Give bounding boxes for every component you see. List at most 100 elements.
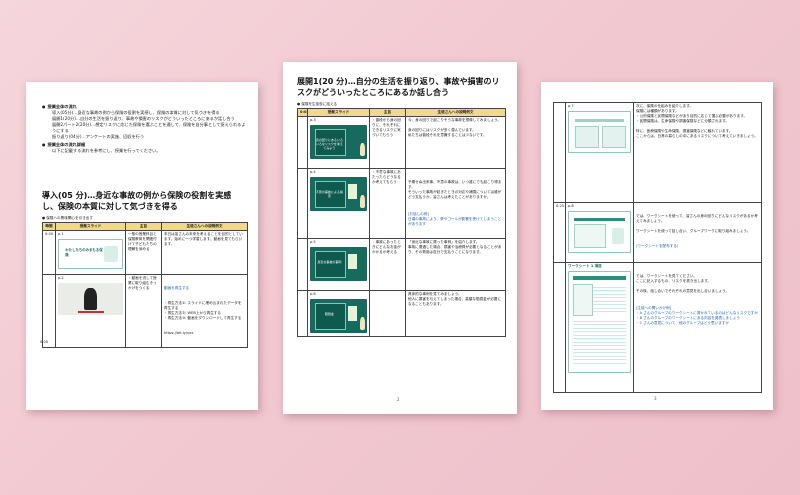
url-text[interactable]: https://bit.ly/xxx — [164, 331, 245, 336]
table-row: p.6 賠償金 具体的な事例を見てみましょう。 他人に損害を与えてしまった場合、… — [297, 290, 506, 337]
column-header: 授業スライド — [55, 222, 126, 231]
time-cell — [42, 274, 56, 348]
header-bar — [572, 276, 627, 280]
column-header: 主旨 — [125, 222, 162, 231]
table-caption: ● 保険への興味関心を引き出す — [42, 216, 93, 220]
question-examples: [生徒への問いかけ例] ・A さんのグループのワークシートに書かれているのはどん… — [636, 306, 758, 325]
table-row: p.3 身の回りにあるいろいろなリスクを考えてみよう ・普段から身の回りに、それ… — [297, 116, 506, 169]
document-page-2: 展開1(20 分)…自分の生活を振り返り、事故や損害のリスクがどういったところに… — [283, 62, 517, 414]
column-header: 生徒さんへの説明例文 — [161, 222, 248, 231]
column-header: 生徒さんへの説明例文 — [405, 108, 506, 117]
illustration-icon — [347, 306, 357, 322]
distribute-note: (ワークシートを配布する) — [636, 244, 679, 248]
person-figure-icon — [84, 287, 97, 311]
slide-title: 身の回りにあるいろいろなリスクを考えてみよう — [315, 137, 343, 150]
section-heading: 導入(05 分)…身近な事故の例から保険の役割を実感し、保険の本質に対して気づき… — [42, 191, 232, 211]
slide-number: p.6 — [310, 292, 316, 296]
table-row: ワークシート 1 項目 では、ワークシートを見てください。 ここに記入するもの、… — [553, 262, 762, 393]
content-box — [575, 125, 600, 149]
table-row: p.4 不意の事故による損害 ・不意な事故にあたったらどうなるか考えてもらう 予… — [297, 168, 506, 239]
illustration-icon — [347, 184, 357, 200]
table-row: 0:25 p.8 では、ワークシートを使って、皆さんの身の回りにどんなリスクがあ… — [553, 202, 762, 263]
time-cell — [553, 102, 566, 203]
document-page-3: p.7 次に、保険の仕組みを紹介します。 保険には種類があります。 ・公的保険と… — [541, 82, 773, 410]
outline-item: 以下に記載する流れを参考にし、授業を行ってください。 — [52, 148, 161, 153]
slide-thumbnail: 身の回りにあるいろいろなリスクを考えてみよう — [310, 125, 367, 159]
slide-number: p.8 — [568, 204, 574, 208]
slide-thumbnail — [568, 111, 631, 153]
slide-thumbnail: 不意の事故による損害 — [310, 177, 367, 211]
worksheet-thumbnail — [568, 271, 631, 373]
table-caption: ● 保険を生徒役に話える — [297, 102, 338, 106]
table-row: p.2 ・動画を流して授業に取り組むきっかけをつくる 動画を再生する ・再生方法… — [42, 274, 248, 348]
script-cell: ・再生方法①: スライドに埋め込まれたデータを再生する ・再生方法②: WEB上… — [164, 301, 242, 320]
script-cell: 「身近な事故に遭った事例」を紹介します。 事故に遭遇した場合、損害や治療費が必要… — [405, 238, 506, 291]
play-video-link[interactable]: 動画を再生する — [164, 286, 245, 291]
outline-item: 振り返り(04分)…アンケートの実施、回収を行う — [52, 134, 145, 139]
purpose-cell: ・普段から身の回りに、それぞれにできるリスクに気づいてもらう — [369, 116, 406, 169]
person-figure-icon — [359, 194, 365, 209]
table-row: 0:00 p.1 わたしたちのみまもる保険 一般の授業科目と保険教育を関連付けて… — [42, 230, 248, 275]
script-cell: では、ワークシートを使って、皆さんの身の回りにどんなリスクがあるか考えてみましょ… — [636, 214, 758, 233]
header-bar — [573, 217, 626, 221]
worksheet-lines — [572, 318, 627, 366]
example-note: [お話しの例] 日頃の事故により、夢やゴールが影響を受けてしまうことがあります — [408, 212, 502, 226]
slide-thumbnail: 賠償金 — [310, 299, 367, 333]
illustration-icon — [104, 245, 119, 263]
purpose-cell: 一般の授業科目と保険教育を関連付けて子どもたちの理解を深める — [125, 230, 162, 275]
person-figure-icon — [359, 142, 365, 157]
purpose-cell: ・動画を流して授業に取り組むきっかけをつくる — [125, 274, 162, 348]
content-box — [601, 125, 626, 149]
purpose-cell: ・事故にあったときにどんなお金がかかるか考える — [369, 238, 406, 291]
slide-title: 賠償金 — [324, 311, 334, 316]
column-header: 主旨 — [369, 108, 406, 117]
worksheet-box — [572, 284, 593, 316]
time-column-header: 0:05 — [297, 108, 308, 117]
document-page-1: 授業全体の流れ 導入(05分)…身近な事故の例から保険の役割を実感し、保険の本質… — [26, 82, 258, 410]
person-figure-icon — [359, 316, 365, 331]
slide-number: p.4 — [310, 170, 316, 174]
worksheet-preview — [573, 224, 607, 249]
lesson-table: 時間 授業スライド 主旨 生徒さんへの説明例文 0:00 p.1 わたしたちのみ… — [42, 222, 248, 348]
slide-title: 身近な事故の事例 — [317, 259, 342, 264]
column-header: 時間 — [42, 222, 56, 231]
header-bar — [575, 119, 624, 123]
outline-section-1: 授業全体の流れ 導入(05分)…身近な事故の例から保険の役割を実感し、保険の本質… — [42, 104, 247, 154]
slide-number: p.3 — [310, 118, 316, 122]
column-header: 授業スライド — [307, 108, 370, 117]
illustration-icon — [347, 254, 357, 270]
slide-title: 不意の事故による損害 — [315, 189, 343, 198]
purpose-cell: ・不意な事故にあたったらどうなるか考えてもらう — [369, 168, 406, 239]
page-number: 3 — [654, 396, 657, 401]
end-time: 0:05 — [40, 340, 49, 344]
caption-bar — [77, 311, 104, 314]
slide-number: p.5 — [310, 240, 316, 244]
lesson-table: p.7 次に、保険の仕組みを紹介します。 保険には種類があります。 ・公的保険と… — [553, 102, 762, 393]
table-row: p.7 次に、保険の仕組みを紹介します。 保険には種類があります。 ・公的保険と… — [553, 102, 762, 203]
worksheet-label: ワークシート 1 項目 — [568, 264, 602, 268]
time-cell: 0:25 — [553, 202, 566, 263]
video-thumbnail[interactable] — [58, 283, 123, 315]
page-number: 2 — [397, 397, 400, 402]
slide-number: p.2 — [58, 276, 64, 280]
script-cell: 具体的な事例を見てみましょう。 他人に損害を与えてしまった場合、高額な賠償金が必… — [405, 290, 506, 337]
script-cell: 本日は皆さんの未来を考えることを目的としています。始めに一つ学習します。動画を見… — [161, 230, 248, 275]
slide-thumbnail — [568, 211, 631, 253]
slide-thumbnail: わたしたちのみまもる保険 — [58, 239, 123, 269]
slide-title: わたしたちのみまもる保険 — [65, 248, 103, 257]
lesson-table: 0:05 授業スライド 主旨 生徒さんへの説明例文 p.3 身の回りにあるいろい… — [297, 108, 506, 337]
script-cell: では、ワークシートを見てください。 ここに記入するもの、リスクを書き出します。 … — [636, 274, 730, 293]
script-cell: 今、身の回りで起こりそうな事故を想像してみましょう。 身の回りにはリスクが多く潜… — [405, 116, 506, 169]
slide-thumbnail: 身近な事故の事例 — [310, 247, 367, 281]
worksheet-lines — [593, 284, 627, 314]
section-heading: 展開1(20 分)…自分の生活を振り返り、事故や損害のリスクがどういったところに… — [297, 77, 500, 97]
table-row: p.5 身近な事故の事例 ・事故にあったときにどんなお金がかかるか考える 「身近… — [297, 238, 506, 291]
script-cell: 予期せぬ出来事、不意の事故は、いつ誰にでも起こり得ます。 そういった事故が起きた… — [408, 180, 502, 199]
slide-number: p.7 — [568, 104, 574, 108]
outline-item: 展開2パート2(20分)…想定リスクに応じた保険を選ぶことを通して、保険を自分事… — [52, 122, 246, 133]
time-cell: 0:00 — [42, 230, 56, 275]
purpose-cell — [369, 290, 406, 337]
slide-number: p.1 — [58, 232, 64, 236]
script-cell: 次に、保険の仕組みを紹介します。 保険には種類があります。 ・公的保険と民間保険… — [633, 102, 762, 203]
illustration-icon — [611, 228, 624, 244]
